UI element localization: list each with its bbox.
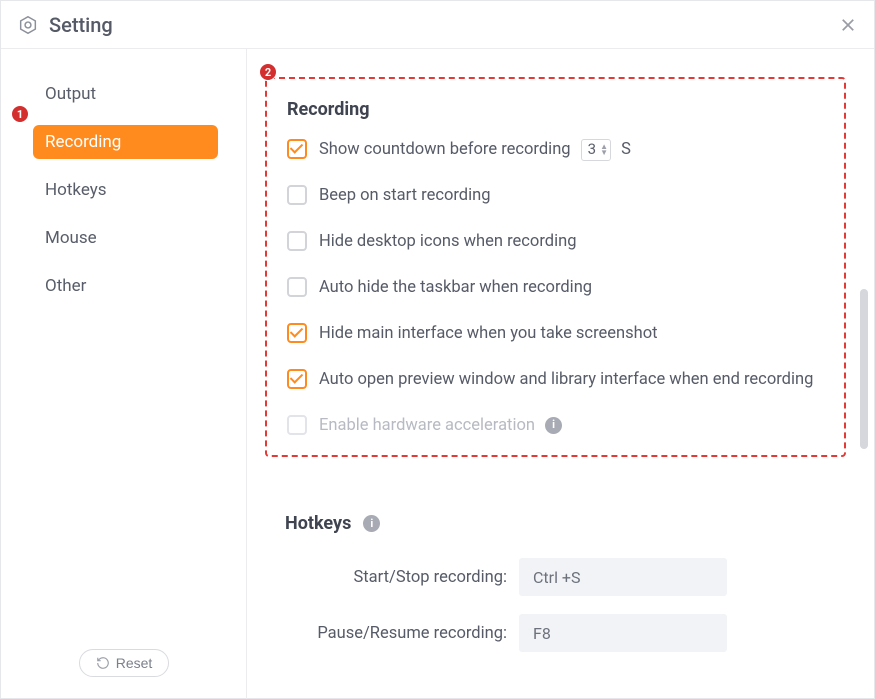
- hotkeys-title-row: Hotkeys i: [285, 513, 846, 534]
- checkbox-hide-desktop-icons[interactable]: [287, 231, 307, 251]
- option-beep: Beep on start recording: [287, 184, 824, 208]
- info-icon[interactable]: i: [363, 515, 380, 532]
- option-label: Hide main interface when you take screen…: [319, 322, 824, 346]
- option-hide-desktop-icons: Hide desktop icons when recording: [287, 230, 824, 254]
- hotkeys-title: Hotkeys: [285, 513, 351, 534]
- sidebar-item-output[interactable]: Output: [33, 77, 218, 111]
- sidebar-list: Output Recording Hotkeys Mouse Other: [1, 77, 246, 303]
- option-label: Auto hide the taskbar when recording: [319, 276, 824, 300]
- option-label: Beep on start recording: [319, 184, 824, 208]
- option-hide-taskbar: Auto hide the taskbar when recording: [287, 276, 824, 300]
- sidebar: Output Recording Hotkeys Mouse Other: [1, 49, 247, 699]
- hotkey-label: Pause/Resume recording:: [285, 624, 507, 643]
- sidebar-item-label: Output: [45, 84, 96, 104]
- checkbox-hide-taskbar[interactable]: [287, 277, 307, 297]
- hotkey-field-start-stop[interactable]: Ctrl +S: [519, 558, 727, 596]
- hotkeys-section: Hotkeys i Start/Stop recording: Ctrl +S …: [265, 513, 846, 652]
- stepper-arrows-icon[interactable]: ▲▼: [600, 144, 608, 156]
- hotkey-field-pause-resume[interactable]: F8: [519, 614, 727, 652]
- sidebar-item-label: Mouse: [45, 228, 97, 248]
- option-label: Enable hardware acceleration i: [319, 414, 824, 438]
- sidebar-item-other[interactable]: Other: [33, 269, 218, 303]
- reset-wrap: Reset: [1, 649, 247, 677]
- annotation-badge-1: 1: [11, 105, 29, 123]
- hotkey-label: Start/Stop recording:: [285, 568, 507, 587]
- sidebar-item-label: Hotkeys: [45, 180, 107, 200]
- recording-title: Recording: [287, 99, 824, 120]
- option-hardware-accel: Enable hardware acceleration i: [287, 414, 824, 438]
- title-bar: Setting: [1, 1, 874, 49]
- scrollbar[interactable]: [860, 289, 868, 449]
- refresh-icon: [96, 656, 110, 670]
- reset-label: Reset: [116, 655, 153, 671]
- hotkey-row-start-stop: Start/Stop recording: Ctrl +S: [285, 558, 846, 596]
- sidebar-item-label: Recording: [45, 132, 121, 152]
- option-countdown: Show countdown before recording 3 ▲▼ S: [287, 138, 824, 162]
- content-area: Recording Show countdown before recordin…: [247, 49, 874, 699]
- annotation-badge-2: 2: [259, 63, 277, 81]
- checkbox-auto-open-preview[interactable]: [287, 369, 307, 389]
- window-body: Output Recording Hotkeys Mouse Other: [1, 49, 874, 699]
- checkbox-countdown[interactable]: [287, 139, 307, 159]
- settings-window: Setting 1 2 Output Recording Hotkeys Mo: [0, 0, 875, 699]
- countdown-stepper[interactable]: 3 ▲▼: [581, 139, 611, 161]
- option-auto-open-preview: Auto open preview window and library int…: [287, 368, 824, 392]
- sidebar-item-label: Other: [45, 276, 86, 296]
- checkbox-beep[interactable]: [287, 185, 307, 205]
- gear-icon: [17, 14, 39, 36]
- reset-button[interactable]: Reset: [79, 649, 170, 677]
- sidebar-item-recording[interactable]: Recording: [33, 125, 218, 159]
- checkbox-hardware-accel: [287, 415, 307, 435]
- sidebar-item-hotkeys[interactable]: Hotkeys: [33, 173, 218, 207]
- checkbox-hide-main-interface[interactable]: [287, 323, 307, 343]
- option-hide-main-interface: Hide main interface when you take screen…: [287, 322, 824, 346]
- option-label: Hide desktop icons when recording: [319, 230, 824, 254]
- recording-section: Recording Show countdown before recordin…: [265, 77, 846, 457]
- option-label: Show countdown before recording 3 ▲▼ S: [319, 138, 824, 162]
- info-icon[interactable]: i: [545, 417, 562, 434]
- option-label: Auto open preview window and library int…: [319, 368, 824, 392]
- window-title: Setting: [49, 13, 113, 37]
- sidebar-item-mouse[interactable]: Mouse: [33, 221, 218, 255]
- hotkey-row-pause-resume: Pause/Resume recording: F8: [285, 614, 846, 652]
- close-button[interactable]: [838, 15, 858, 35]
